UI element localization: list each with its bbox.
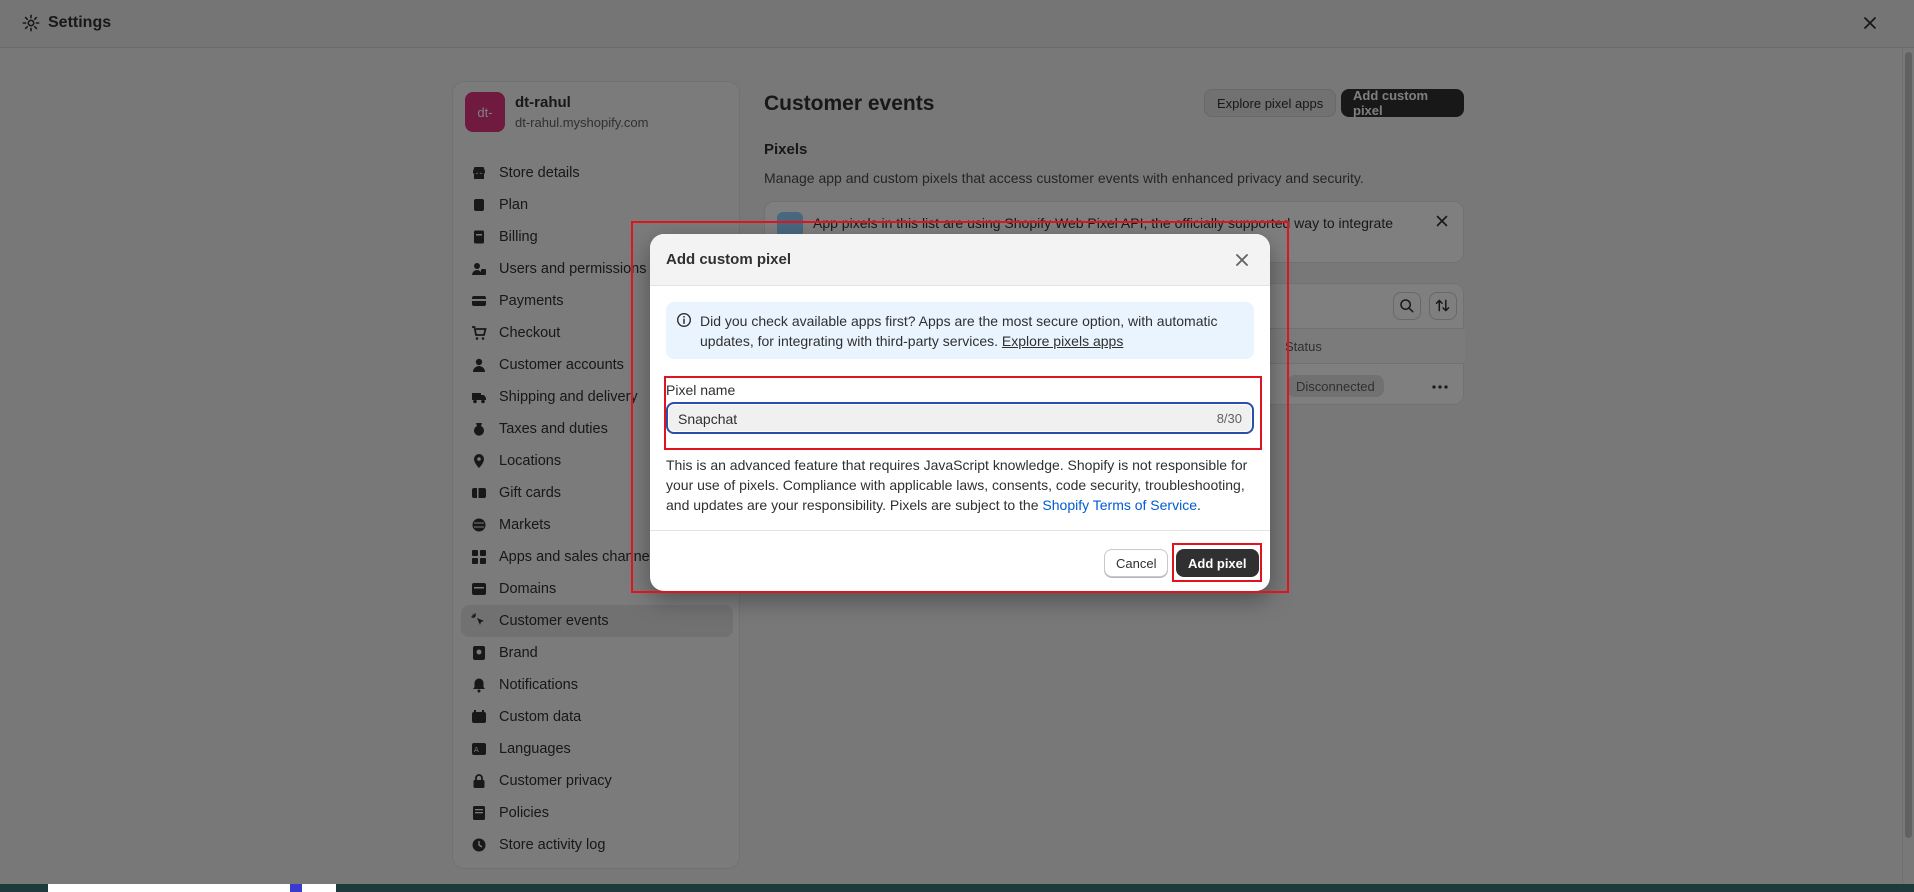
close-icon[interactable] xyxy=(1232,250,1252,270)
pixel-name-label: Pixel name xyxy=(666,382,736,398)
cancel-button[interactable]: Cancel xyxy=(1104,549,1169,577)
dialog-header: Add custom pixel xyxy=(650,234,1270,286)
pixel-name-field[interactable]: 8/30 xyxy=(666,402,1254,434)
taskbar-indicator xyxy=(290,884,302,892)
dialog-title: Add custom pixel xyxy=(666,251,792,268)
info-icon xyxy=(676,312,692,328)
info-callout: Did you check available apps first? Apps… xyxy=(666,302,1254,359)
disclaimer-text: This is an advanced feature that require… xyxy=(666,455,1256,515)
taskbar xyxy=(0,884,1914,892)
add-custom-pixel-dialog: Add custom pixel Did you check available… xyxy=(650,234,1270,591)
info-message: Did you check available apps first? Apps… xyxy=(700,313,1218,349)
dialog-footer: Cancel Add pixel xyxy=(650,530,1270,591)
explore-pixels-apps-link[interactable]: Explore pixels apps xyxy=(1002,333,1123,349)
info-text: Did you check available apps first? Apps… xyxy=(700,311,1245,351)
terms-of-service-link[interactable]: Shopify Terms of Service xyxy=(1042,497,1197,513)
disclaimer-suffix: . xyxy=(1197,497,1201,513)
add-pixel-button[interactable]: Add pixel xyxy=(1176,549,1259,577)
pixel-name-input[interactable] xyxy=(678,409,1158,429)
character-counter: 8/30 xyxy=(1216,411,1242,426)
